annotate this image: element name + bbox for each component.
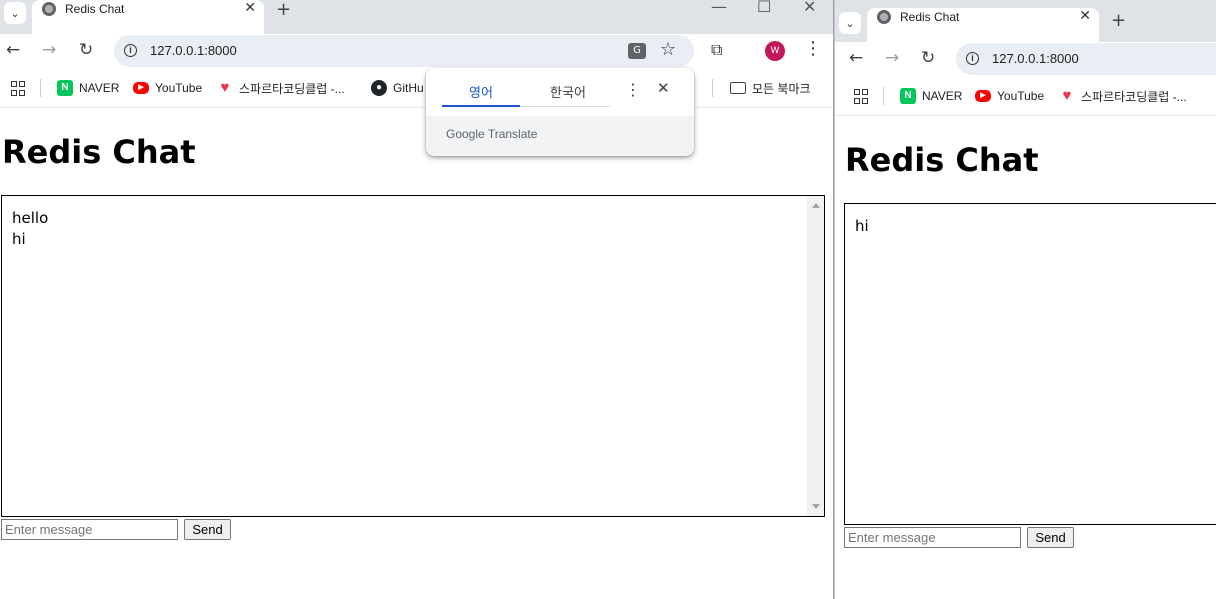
sparta-icon: ♥ [1062,87,1072,104]
naver-icon: N [900,88,916,104]
all-bookmarks-label: 모든 북마크 [752,81,811,96]
bookmark-youtube[interactable]: ▶ YouTube [133,79,202,97]
bookmarks-bar: N NAVER ▶ YouTube ♥ 스파르타코딩클럽 -... ● GitH… [0,68,833,108]
bookmarks-bar: N NAVER ▶ YouTube ♥ 스파르타코딩클럽 -... [835,76,1216,116]
site-info-icon[interactable]: i [124,44,137,57]
bookmark-label: 스파르타코딩클럽 -... [1081,89,1187,104]
tab-search-button[interactable]: ⌄ [4,2,26,24]
extensions-icon[interactable]: ⧉ [711,40,722,60]
bookmarks-divider [40,79,41,97]
bookmark-label: NAVER [79,81,120,95]
bookmark-naver[interactable]: N NAVER [900,87,962,105]
message-input[interactable] [844,527,1021,548]
bookmark-label: YouTube [155,81,203,95]
bookmark-label: NAVER [922,89,963,103]
globe-icon [877,10,891,24]
bookmark-sparta[interactable]: ♥ 스파르타코딩클럽 -... [217,79,345,97]
chat-log[interactable]: hi [844,203,1216,525]
bookmark-github[interactable]: ● GitHu [371,79,424,97]
apps-grid-icon[interactable] [854,89,869,104]
apps-grid-icon[interactable] [11,81,26,96]
bookmark-label: GitHu [393,81,424,95]
youtube-icon: ▶ [133,82,149,94]
browser-window-right: ⌄ Redis Chat ✕ + ← → ↻ i 127.0.0.1:8000 … [834,0,1216,599]
tab-strip: ⌄ Redis Chat ✕ + — ☐ ✕ [0,0,833,34]
translate-popup: 영어 한국어 ⋮ ✕ Google Translate [426,68,694,156]
bookmark-sparta[interactable]: ♥ 스파르타코딩클럽 -... [1059,87,1187,105]
url-text: 127.0.0.1:8000 [992,51,1079,66]
close-icon[interactable]: ✕ [657,79,670,97]
page-title: Redis Chat [2,133,196,171]
site-info-icon[interactable]: i [966,52,979,65]
back-button[interactable]: ← [849,48,863,68]
target-language-tab[interactable]: 한국어 [526,82,610,101]
address-bar[interactable]: i 127.0.0.1:8000 [956,43,1216,75]
globe-icon [42,2,56,16]
forward-button[interactable]: → [885,48,899,68]
sparta-icon: ♥ [220,79,230,96]
more-options-icon[interactable]: ⋮ [625,80,641,99]
tab-title: Redis Chat [900,10,960,24]
tab-divider [520,106,610,107]
bookmarks-divider [712,79,713,97]
scrollbar[interactable] [807,196,824,516]
close-tab-icon[interactable]: ✕ [1079,8,1091,24]
active-tab-indicator [442,105,520,107]
tab-redis-chat[interactable]: Redis Chat ✕ [32,0,264,34]
address-bar[interactable]: i 127.0.0.1:8000 G ☆ [114,35,694,67]
maximize-button[interactable]: ☐ [757,0,771,16]
message-item: hi [855,217,869,235]
tab-strip: ⌄ Redis Chat ✕ + [835,0,1216,42]
page-title: Redis Chat [845,141,1039,179]
bookmark-label: 스파르타코딩클럽 -... [239,81,345,96]
close-tab-icon[interactable]: ✕ [244,0,256,16]
tab-search-button[interactable]: ⌄ [839,12,861,34]
message-item: hi [12,230,26,248]
youtube-icon: ▶ [975,90,991,102]
message-input[interactable] [1,519,178,540]
message-list: hello hi [12,208,48,250]
scroll-up-arrow-icon[interactable] [812,203,820,208]
avatar[interactable]: W [765,41,785,61]
url-text: 127.0.0.1:8000 [150,43,237,58]
folder-icon [730,82,746,94]
translate-footer: Google Translate [426,116,694,156]
bookmark-naver[interactable]: N NAVER [57,79,119,97]
bookmarks-divider [883,87,884,105]
message-item: hello [12,209,49,227]
browser-window-left: ⌄ Redis Chat ✕ + — ☐ ✕ ← → ↻ i 127.0.0.1… [0,0,834,599]
naver-icon: N [57,80,73,96]
toolbar: ← → ↻ i 127.0.0.1:8000 [835,42,1216,76]
tab-title: Redis Chat [65,2,125,16]
send-button[interactable]: Send [1027,527,1074,548]
source-language-tab[interactable]: 영어 [442,82,520,101]
toolbar: ← → ↻ i 127.0.0.1:8000 G ☆ [0,34,833,68]
bookmark-label: YouTube [997,89,1045,103]
tab-redis-chat[interactable]: Redis Chat ✕ [867,8,1099,42]
chat-log[interactable]: hello hi [1,195,825,517]
all-bookmarks[interactable]: 모든 북마크 [730,79,811,97]
new-tab-button[interactable]: + [276,0,291,20]
bookmark-star-icon[interactable]: ☆ [660,39,676,60]
github-icon: ● [371,80,387,96]
close-window-button[interactable]: ✕ [803,0,816,16]
bookmark-youtube[interactable]: ▶ YouTube [975,87,1044,105]
forward-button[interactable]: → [42,40,56,60]
message-list: hi [855,216,869,237]
scroll-down-arrow-icon[interactable] [812,504,820,509]
translate-icon[interactable]: G [628,43,646,59]
back-button[interactable]: ← [6,40,20,60]
more-menu-icon[interactable]: ⋮ [804,38,822,59]
google-translate-label: Google Translate [446,127,538,141]
reload-button[interactable]: ↻ [921,48,935,68]
new-tab-button[interactable]: + [1111,10,1126,31]
reload-button[interactable]: ↻ [79,40,93,60]
minimize-button[interactable]: — [711,0,727,16]
send-button[interactable]: Send [184,519,231,540]
